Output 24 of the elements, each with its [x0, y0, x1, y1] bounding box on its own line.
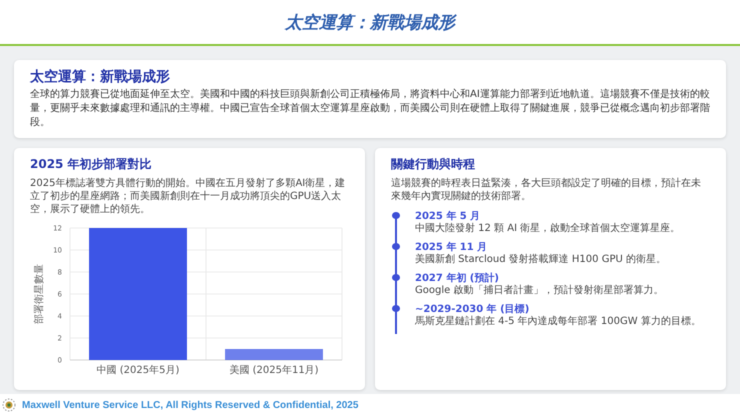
timeline-dot: [392, 212, 400, 219]
timeline-title: 關鍵行動與時程: [391, 156, 476, 173]
logo-icon: [2, 398, 16, 412]
page-title: 太空運算：新戰場成形: [285, 12, 455, 34]
timeline-text: 這場競賽的時程表日益緊湊，各大巨頭都設定了明確的目標，預計在未來幾年內實現關鍵的技術部署。: [391, 177, 702, 203]
comparison-text: 2025年標誌著雙方具體行動的開始。中國在五月發射了多顆AI衛星，建立了初步的星座網路；而美國新創則在十一月成功將頂尖的GPU送入太空，展示了硬體上的領先。: [30, 177, 346, 216]
timeline-dot: [392, 305, 400, 312]
comparison-title: 2025 年初步部署對比: [30, 156, 153, 173]
intro-text: 全球的算力競賽已從地面延伸至太空。美國和中國的科技巨頭與新創公司正積極佈局，將資料中心和AI運算能力部署到近地軌道。這場競賽不僅是技術的較量，更關乎未來數據處理和通訊的主導權。中國已宣告全球首個太空運算星座啟動，而美國公司則在硬體上取得了關鍵進展，競爭已從概念邁向初步部署階段。: [30, 88, 710, 130]
event-date: 2025 年 11 月: [415, 240, 488, 254]
x-category-label: 中國 (2025年5月): [96, 365, 180, 376]
y-axis-label: 部署衛星數量: [34, 264, 45, 324]
intro-title: 太空運算：新戰場成形: [30, 68, 171, 86]
footer-text: Maxwell Venture Service LLC, All Rights Reserved & Confidential, 2025: [22, 400, 358, 410]
event-text: 中國大陸發射 12 顆 AI 衛星，啟動全球首個太空運算星座。: [415, 223, 682, 235]
timeline-dot: [392, 274, 400, 281]
event-date: 2025 年 5 月: [415, 210, 482, 222]
event-text: Google 啟動「捕日者計畫」，預計發射衛星部署算力。: [415, 285, 664, 297]
event-date: ~2029-2030 年 (目標): [415, 302, 530, 316]
event-text: 美國新創 Starcloud 發射搭載輝達 H100 GPU 的衛星。: [415, 254, 667, 266]
timeline-dot: [392, 243, 400, 250]
event-text: 馬斯克星鏈計劃在 4-5 年內達成每年部署 100GW 算力的目標。: [415, 316, 702, 328]
event-date: 2027 年初 (預計): [415, 271, 500, 284]
x-category-label: 美國 (2025年11月): [229, 365, 319, 376]
